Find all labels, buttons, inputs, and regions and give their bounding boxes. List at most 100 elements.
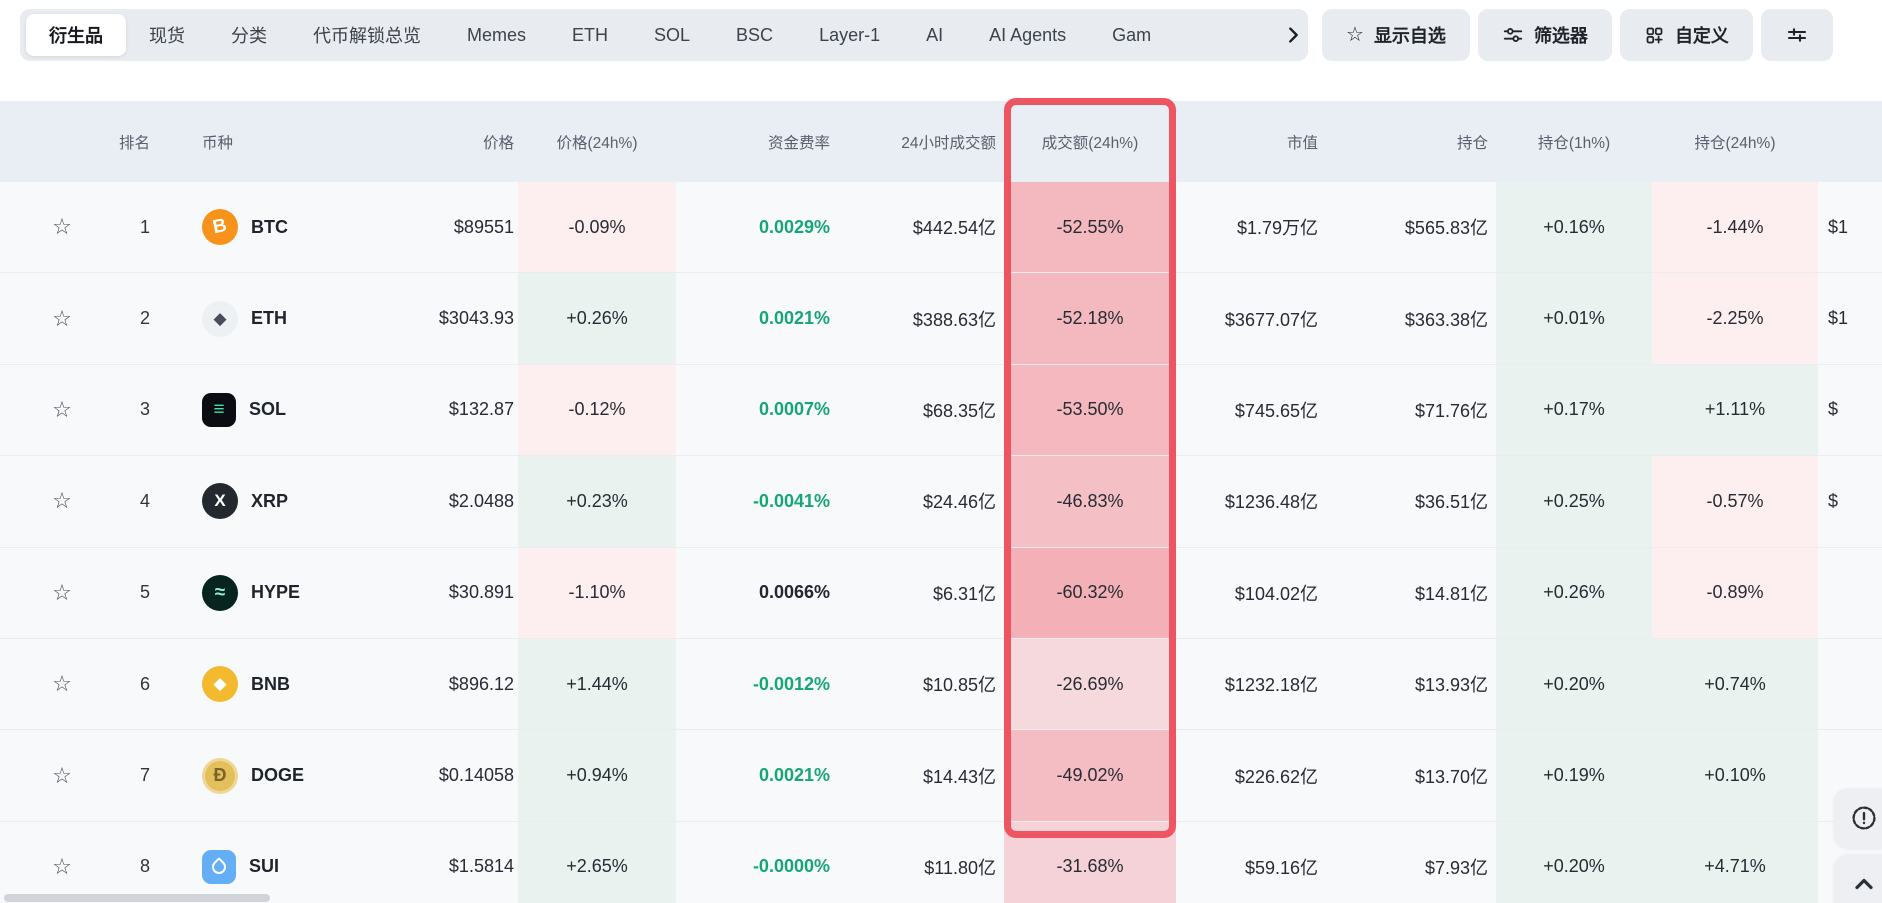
favorite-star-icon[interactable]: ☆	[0, 456, 98, 546]
price-change-24h-cell: +0.26%	[518, 273, 676, 363]
coin-symbol: SUI	[249, 856, 279, 877]
funding-rate-cell: -0.0000%	[676, 822, 834, 903]
volume-change-24h-cell: -52.55%	[1004, 182, 1176, 272]
coin-icon-sui	[202, 850, 236, 884]
favorite-star-icon[interactable]: ☆	[0, 182, 98, 272]
volume-24h-cell: $11.80亿	[834, 822, 1004, 903]
coin-cell[interactable]: XXRP	[156, 456, 356, 546]
rank-cell: 5	[98, 548, 156, 638]
coin-cell[interactable]: ≈ HYPE	[156, 548, 356, 638]
price-cell: $0.14058	[356, 730, 518, 820]
oi-change-24h-cell: +0.74%	[1652, 639, 1818, 729]
tab-现货[interactable]: 现货	[126, 14, 208, 56]
volume-change-24h-cell: -31.68%	[1004, 822, 1176, 903]
column-header[interactable]: 价格(24h%)	[518, 101, 676, 182]
table-row-HYPE: ☆5≈HYPE$30.891-1.10%0.0066%$6.31亿-60.32%…	[0, 548, 1882, 639]
table-row-BNB: ☆6◆BNB$896.12+1.44%-0.0012%$10.85亿-26.69…	[0, 639, 1882, 730]
table-header-row: 排名币种价格价格(24h%)资金费率24小时成交额成交额(24h%)市值持仓持仓…	[0, 101, 1882, 182]
column-header[interactable]: 资金费率	[676, 101, 834, 182]
next-column-partial-cell	[1818, 639, 1882, 729]
column-header[interactable]: 持仓(1h%)	[1496, 101, 1652, 182]
tab-分类[interactable]: 分类	[208, 14, 290, 56]
coin-icon-hype: ≈	[202, 575, 238, 611]
volume-change-24h-cell: -53.50%	[1004, 365, 1176, 455]
tab-ETH[interactable]: ETH	[549, 14, 631, 56]
table-body: ☆1BBTC$89551-0.09%0.0029%$442.54亿-52.55%…	[0, 182, 1882, 903]
column-header[interactable]: 24小时成交额	[834, 101, 1004, 182]
volume-change-24h-cell: -49.02%	[1004, 730, 1176, 820]
open-interest-cell: $565.83亿	[1324, 182, 1496, 272]
market-cap-cell: $1236.48亿	[1176, 456, 1324, 546]
tab-代币解锁总览[interactable]: 代币解锁总览	[290, 14, 444, 56]
volume-change-24h-cell: -26.69%	[1004, 639, 1176, 729]
oi-change-1h-cell: +0.20%	[1496, 639, 1652, 729]
price-change-24h-cell: +2.65%	[518, 822, 676, 903]
column-settings-button[interactable]	[1761, 9, 1833, 61]
volume-24h-cell: $10.85亿	[834, 639, 1004, 729]
rank-cell: 7	[98, 730, 156, 820]
tab-AI[interactable]: AI	[903, 14, 966, 56]
column-header[interactable]: 排名	[98, 101, 156, 182]
table-row-BTC: ☆1BBTC$89551-0.09%0.0029%$442.54亿-52.55%…	[0, 182, 1882, 273]
filter-button[interactable]: 筛选器	[1478, 9, 1612, 61]
coin-cell[interactable]: SUI	[156, 822, 356, 903]
tab-Memes[interactable]: Memes	[444, 14, 549, 56]
favorite-star-icon[interactable]: ☆	[0, 365, 98, 455]
tab-SOL[interactable]: SOL	[631, 14, 713, 56]
column-header[interactable]: 币种	[156, 101, 356, 182]
header-favorite	[0, 101, 98, 182]
coin-symbol: BNB	[251, 674, 290, 695]
column-header[interactable]: 持仓	[1324, 101, 1496, 182]
oi-change-24h-cell: +0.10%	[1652, 730, 1818, 820]
oi-change-1h-cell: +0.25%	[1496, 456, 1652, 546]
coin-symbol: SOL	[249, 399, 286, 420]
next-column-partial-cell: $	[1818, 365, 1882, 455]
show-favorites-button[interactable]: ☆显示自选	[1322, 9, 1470, 61]
alert-fab-button[interactable]	[1834, 788, 1882, 848]
price-cell: $1.5814	[356, 822, 518, 903]
price-change-24h-cell: +0.94%	[518, 730, 676, 820]
column-header[interactable]: 市值	[1176, 101, 1324, 182]
favorite-star-icon[interactable]: ☆	[0, 273, 98, 363]
tab-衍生品[interactable]: 衍生品	[26, 14, 126, 56]
favorite-star-icon[interactable]: ☆	[0, 548, 98, 638]
coin-icon-doge: Ð	[202, 758, 238, 794]
tab-Gam[interactable]: Gam	[1089, 14, 1174, 56]
coin-icon-btc: B	[202, 209, 238, 245]
favorite-star-icon[interactable]: ☆	[0, 822, 98, 903]
market-cap-cell: $1232.18亿	[1176, 639, 1324, 729]
coin-icon-eth: ◆	[202, 301, 238, 337]
derivatives-screener-page: 衍生品现货分类代币解锁总览MemesETHSOLBSCLayer-1AIAI A…	[0, 0, 1882, 903]
next-column-partial-cell	[1818, 548, 1882, 638]
coin-symbol: HYPE	[251, 582, 300, 603]
open-interest-cell: $363.38亿	[1324, 273, 1496, 363]
chevron-up-icon	[1850, 870, 1878, 898]
coin-cell[interactable]: ÐDOGE	[156, 730, 356, 820]
column-header[interactable]: 持仓(24h%)	[1652, 101, 1818, 182]
coin-cell[interactable]: ≡SOL	[156, 365, 356, 455]
funding-rate-cell: 0.0021%	[676, 730, 834, 820]
coin-cell[interactable]: ◆ETH	[156, 273, 356, 363]
coin-cell[interactable]: BBTC	[156, 182, 356, 272]
customize-button[interactable]: 自定义	[1620, 9, 1753, 61]
price-change-24h-cell: +0.23%	[518, 456, 676, 546]
coin-cell[interactable]: ◆BNB	[156, 639, 356, 729]
tab-Layer-1[interactable]: Layer-1	[796, 14, 903, 56]
tab-AI Agents[interactable]: AI Agents	[966, 14, 1089, 56]
tab-BSC[interactable]: BSC	[713, 14, 796, 56]
rank-cell: 1	[98, 182, 156, 272]
oi-change-24h-cell: -1.44%	[1652, 182, 1818, 272]
horizontal-scrollbar-thumb[interactable]	[4, 894, 270, 902]
market-cap-cell: $59.16亿	[1176, 822, 1324, 903]
oi-change-24h-cell: +1.11%	[1652, 365, 1818, 455]
back-to-top-button[interactable]	[1834, 854, 1882, 903]
favorite-star-icon[interactable]: ☆	[0, 639, 98, 729]
column-header[interactable]: 成交额(24h%)	[1004, 101, 1176, 182]
market-cap-cell: $3677.07亿	[1176, 273, 1324, 363]
column-header[interactable]: 价格	[356, 101, 518, 182]
favorite-star-icon[interactable]: ☆	[0, 730, 98, 820]
funding-rate-cell: 0.0066%	[676, 548, 834, 638]
tabs-scroll-right-button[interactable]	[1264, 9, 1308, 61]
open-interest-cell: $14.81亿	[1324, 548, 1496, 638]
open-interest-cell: $13.70亿	[1324, 730, 1496, 820]
